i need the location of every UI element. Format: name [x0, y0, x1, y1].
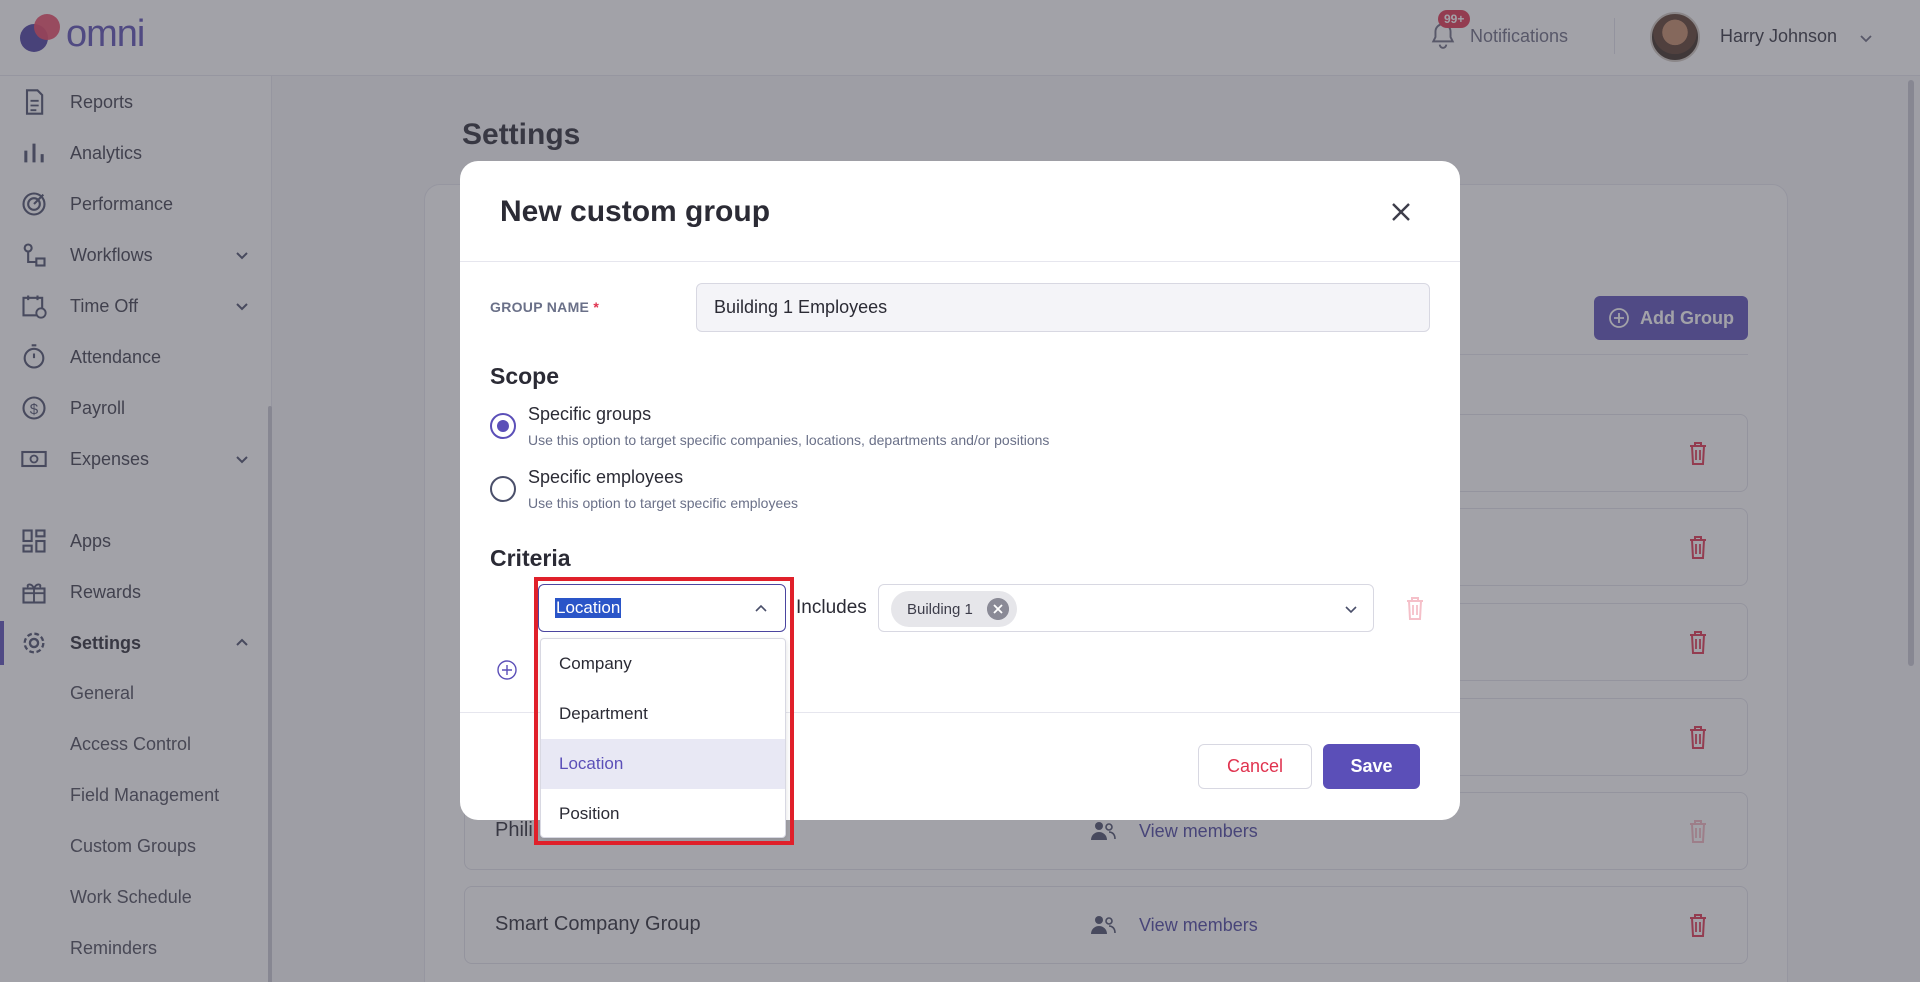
new-custom-group-modal: New custom group GROUP NAME * Scope Spec…: [460, 161, 1460, 845]
plus-circle-icon[interactable]: [496, 659, 518, 681]
scope-radio-specific-employees[interactable]: [490, 476, 516, 502]
criteria-heading: Criteria: [490, 545, 571, 571]
criteria-values-multiselect[interactable]: Building 1: [878, 584, 1374, 632]
modal-divider: [460, 261, 1460, 262]
scope-option-description: Use this option to target specific compa…: [528, 432, 1050, 448]
close-icon[interactable]: [1386, 197, 1416, 227]
save-button[interactable]: Save: [1323, 744, 1420, 789]
scope-heading: Scope: [490, 363, 560, 389]
trash-icon[interactable]: [1404, 595, 1426, 621]
cancel-button[interactable]: Cancel: [1198, 744, 1312, 789]
group-name-input[interactable]: [696, 283, 1430, 332]
highlight-box: [534, 577, 794, 845]
scope-option-title[interactable]: Specific groups: [528, 404, 651, 425]
required-marker: *: [593, 299, 600, 315]
chevron-down-icon[interactable]: [1341, 599, 1361, 619]
group-name-label: GROUP NAME *: [490, 299, 600, 315]
value-chip: Building 1: [891, 591, 1017, 627]
chip-label: Building 1: [907, 600, 973, 618]
scope-option-title[interactable]: Specific employees: [528, 467, 683, 488]
scope-option-description: Use this option to target specific emplo…: [528, 495, 799, 511]
remove-chip-icon[interactable]: [986, 598, 1009, 620]
modal-title: New custom group: [500, 195, 771, 228]
criteria-operator: Includes: [796, 597, 867, 618]
scope-radio-specific-groups[interactable]: [490, 413, 516, 439]
